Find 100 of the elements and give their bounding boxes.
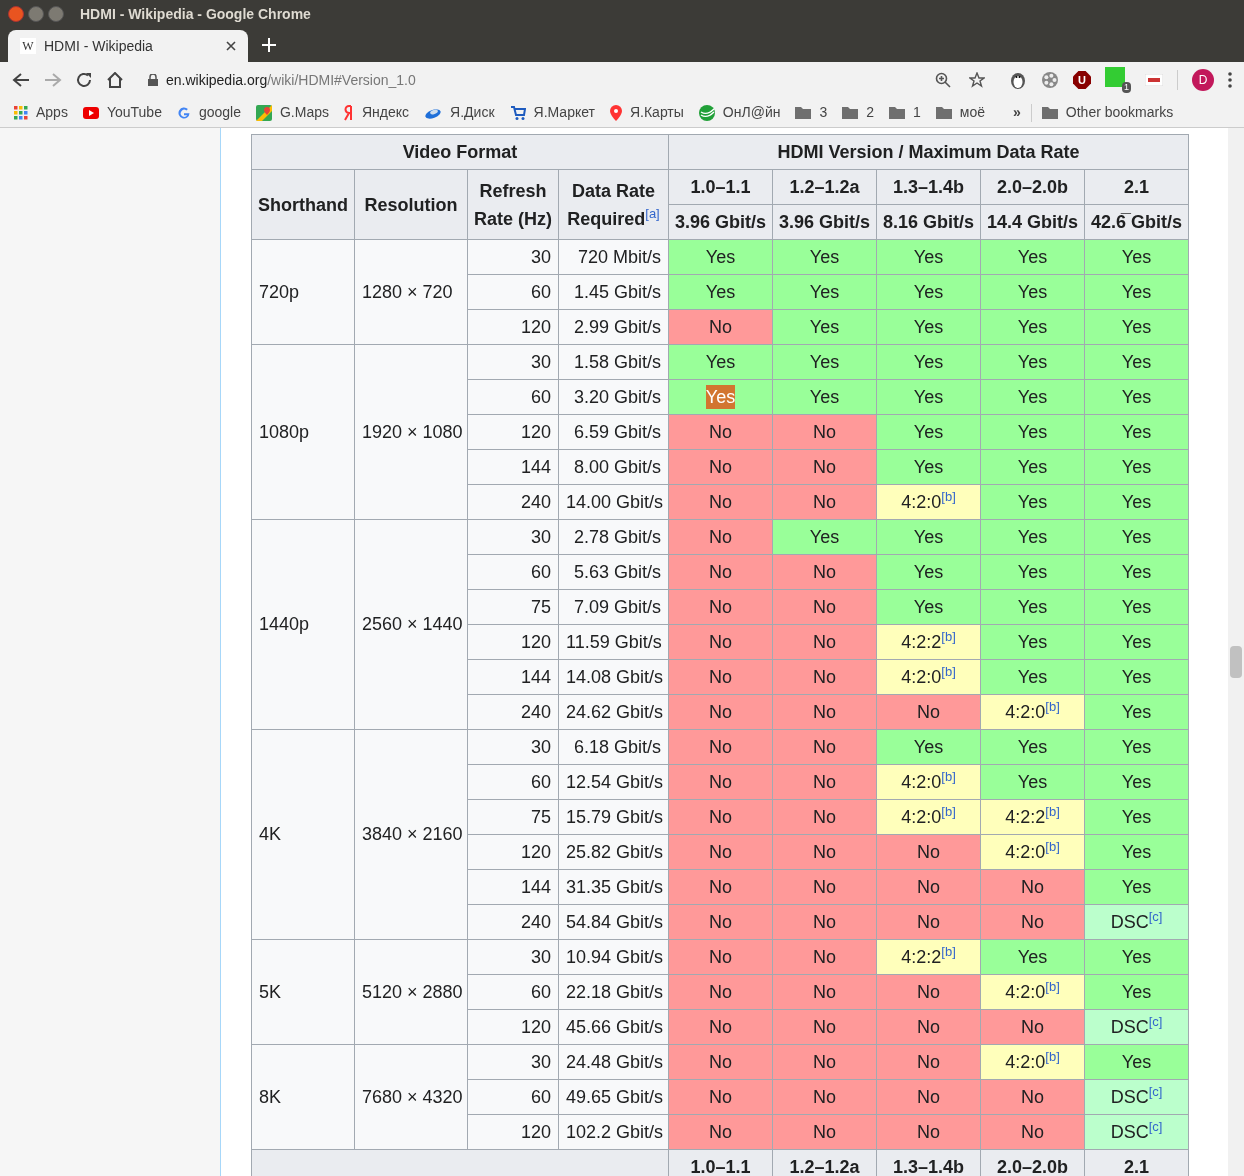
map-icon	[256, 104, 272, 121]
bookmark[interactable]: 1	[889, 102, 921, 123]
footnote-link[interactable]: [b]	[941, 804, 956, 819]
browser-tab[interactable]: W HDMI - Wikipedia	[8, 30, 248, 62]
refresh-rate-cell: 240	[467, 694, 559, 730]
footnote-link[interactable]: [b]	[1045, 979, 1060, 994]
bookmark[interactable]: google	[176, 102, 241, 123]
support-cell: No	[772, 1009, 877, 1045]
support-cell: Yes	[1084, 519, 1189, 555]
version-header: 2.0–2.0b	[980, 1149, 1085, 1176]
window-title: HDMI - Wikipedia - Google Chrome	[80, 4, 311, 24]
address-bar[interactable]: en.wikipedia.org/wiki/HDMI#Version_1.0	[138, 66, 995, 94]
data-rate-cell: 15.79 Gbit/s	[558, 799, 669, 835]
bookmark[interactable]: 3	[795, 102, 828, 123]
footnote-link[interactable]: [c]	[1148, 1119, 1163, 1134]
footnote-link[interactable]: [c]	[1148, 909, 1163, 924]
refresh-rate-cell: 30	[467, 1044, 559, 1080]
support-cell: 4:2:0$^{[b]}$	[980, 694, 1085, 730]
new-tab-plus-icon[interactable]	[262, 38, 276, 52]
footnote-link[interactable]: [b]	[1045, 804, 1060, 819]
bookmark[interactable]: моё	[935, 102, 986, 123]
support-cell: No	[772, 1044, 877, 1080]
close-window-button[interactable]	[8, 6, 24, 22]
minimize-window-button[interactable]	[28, 6, 44, 22]
scrollbar-thumb[interactable]	[1230, 646, 1242, 678]
bookmark[interactable]: ОнЛ@йн	[698, 102, 781, 123]
bookmark[interactable]: G.Maps	[256, 102, 329, 123]
bookmark[interactable]: 2	[842, 102, 875, 123]
support-cell: Yes	[1084, 974, 1189, 1010]
resolution-cell: 5120 × 2880	[354, 939, 468, 1045]
support-cell: Yes	[1084, 309, 1189, 345]
film-reel-icon[interactable]	[1041, 71, 1059, 89]
support-cell: Yes	[980, 589, 1085, 625]
more-bookmarks-chevron[interactable]: »	[1013, 102, 1021, 123]
support-cell: Yes	[876, 414, 981, 450]
support-cell: DSC$^{[c]}$	[1084, 1114, 1189, 1150]
scrollbar[interactable]	[1228, 128, 1244, 1176]
footnote-link[interactable]: [b]	[941, 769, 956, 784]
support-cell: Yes	[980, 554, 1085, 590]
bookmark[interactable]: Apps	[14, 102, 68, 123]
support-cell: No	[980, 869, 1085, 905]
support-cell: No	[668, 729, 773, 765]
support-cell: No	[668, 799, 773, 835]
bookmark[interactable]: Я.Диск	[424, 102, 495, 123]
shorthand-cell: 1080p	[251, 344, 355, 520]
support-cell: No	[668, 414, 773, 450]
max-rate-header: 8.16 Gbit/s	[876, 204, 981, 240]
grid-extension-icon[interactable]	[1105, 67, 1125, 87]
footnote-link[interactable]: [b]	[941, 489, 956, 504]
support-cell: No	[876, 974, 981, 1010]
support-cell: No	[772, 834, 877, 870]
reload-icon[interactable]	[76, 72, 92, 88]
support-cell: Yes	[1084, 414, 1189, 450]
data-rate-cell: 2.99 Gbit/s	[558, 309, 669, 345]
footnote-link[interactable]: [b]	[941, 664, 956, 679]
maximize-window-button[interactable]	[48, 6, 64, 22]
folder-icon	[1041, 106, 1058, 119]
bookmark[interactable]: Яндекс	[344, 102, 410, 123]
bookmark[interactable]: YouTube	[82, 102, 162, 123]
footnote-link[interactable]: [b]	[941, 944, 956, 959]
bookmark[interactable]: Я.Маркет	[509, 102, 595, 123]
footnote-link[interactable]: [c]	[1148, 1014, 1163, 1029]
data-rate-cell: 11.59 Gbit/s	[558, 624, 669, 660]
back-arrow-icon[interactable]	[12, 72, 30, 88]
zoom-icon[interactable]	[935, 72, 951, 88]
support-cell: No	[980, 904, 1085, 940]
support-cell: 4:2:2$^{[b]}$	[980, 799, 1085, 835]
support-cell: Yes	[1084, 694, 1189, 730]
home-icon[interactable]	[106, 72, 124, 88]
support-cell: Yes	[772, 379, 877, 415]
support-cell: Yes	[980, 519, 1085, 555]
support-cell: No	[772, 484, 877, 520]
support-cell: 4:2:0$^{[b]}$	[876, 659, 981, 695]
menu-dots-icon[interactable]	[1228, 72, 1232, 88]
support-cell: No	[668, 484, 773, 520]
shield-extension-icon[interactable]: U	[1073, 71, 1091, 89]
footnote-link[interactable]: [b]	[1045, 699, 1060, 714]
penguin-icon[interactable]	[1009, 71, 1027, 89]
footnote-link[interactable]: [c]	[1148, 1084, 1163, 1099]
support-cell: 4:2:0$^{[b]}$	[980, 974, 1085, 1010]
other-bookmarks[interactable]: Other bookmarks	[1041, 102, 1174, 123]
support-cell: Yes	[1084, 939, 1189, 975]
bookmark[interactable]: Я.Карты	[609, 102, 684, 123]
data-rate-cell: 54.84 Gbit/s	[558, 904, 669, 940]
profile-avatar[interactable]: D	[1192, 69, 1214, 91]
support-cell: No	[876, 904, 981, 940]
footnote-link[interactable]: [b]	[941, 629, 956, 644]
support-cell: Yes	[1084, 449, 1189, 485]
small-label-icon[interactable]	[1145, 74, 1163, 86]
star-icon[interactable]	[969, 72, 985, 88]
support-cell: Yes	[980, 414, 1085, 450]
support-cell: Yes	[876, 449, 981, 485]
support-cell: Yes	[876, 309, 981, 345]
footnote-link[interactable]: [b]	[1045, 1049, 1060, 1064]
support-cell: Yes	[876, 274, 981, 310]
footnote-link[interactable]: [a]	[645, 206, 660, 221]
footnote-link[interactable]: [b]	[1045, 839, 1060, 854]
support-cell: Yes	[1084, 484, 1189, 520]
close-icon[interactable]	[226, 41, 236, 51]
refresh-rate-cell: 60	[467, 554, 559, 590]
